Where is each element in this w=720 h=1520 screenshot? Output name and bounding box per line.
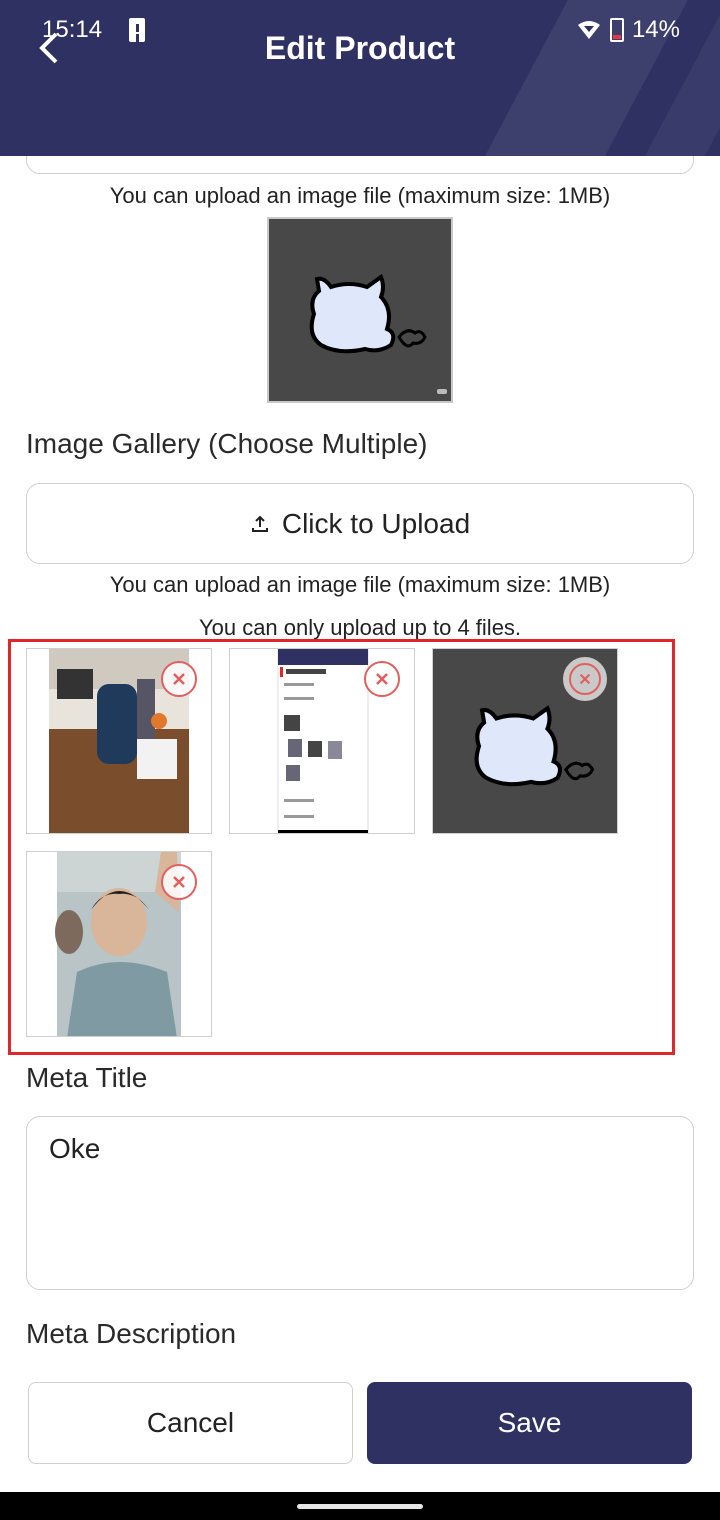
gallery-size-help: You can upload an image file (maximum si… [109, 572, 611, 597]
battery-icon [609, 18, 624, 42]
status-right: 14% [576, 16, 680, 44]
gallery-limit-help: You can only upload up to 4 files. [198, 615, 522, 640]
image-preview [267, 217, 453, 403]
home-gesture-pill[interactable] [297, 1504, 423, 1509]
battery-percent: 14% [631, 16, 680, 43]
cancel-button[interactable]: Cancel [28, 1382, 353, 1464]
gallery-highlight [8, 639, 675, 1055]
meta-title-input[interactable]: Oke [26, 1116, 694, 1290]
image-help-text: You can upload an image file (maximum si… [109, 183, 611, 208]
upload-icon [251, 515, 268, 532]
click-to-upload-button[interactable]: Click to Upload [26, 483, 694, 564]
upload-label: Click to Upload [281, 507, 471, 539]
wifi-icon [577, 21, 600, 39]
app-header: 15:14 Edit Product 14% [0, 0, 720, 156]
meta-description-label: Meta Description [26, 1318, 237, 1349]
save-button[interactable]: Save [367, 1382, 692, 1464]
meta-title-label: Meta Title [26, 1062, 148, 1093]
gallery-label: Image Gallery (Choose Multiple) [26, 428, 428, 459]
